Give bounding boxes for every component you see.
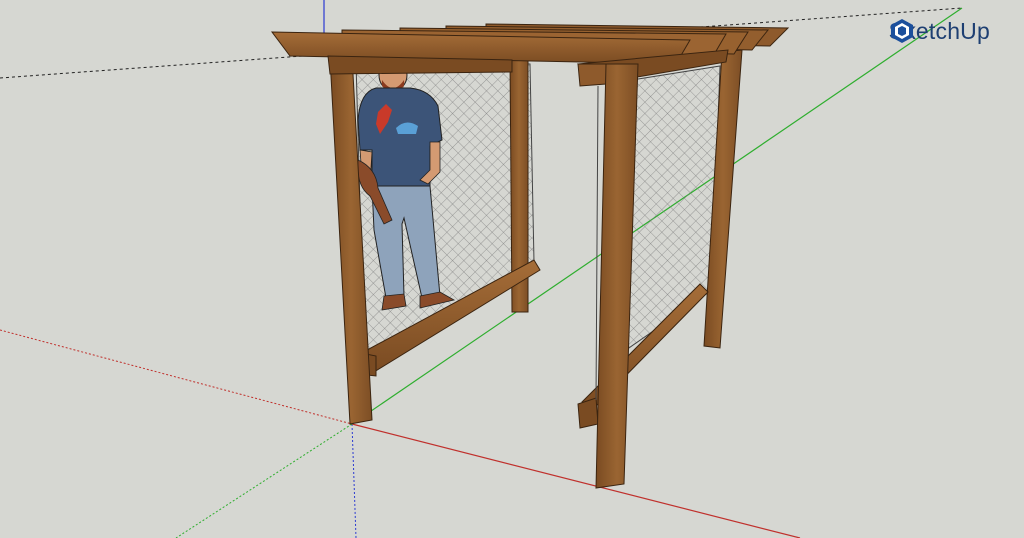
- green-axis-negative: [175, 423, 353, 538]
- scene-svg: [0, 0, 963, 538]
- right-header-end: [577, 63, 607, 87]
- sketchup-logo-icon: [890, 19, 913, 43]
- red-axis-negative: [0, 329, 353, 425]
- modeling-viewport[interactable]: SketchUp: [0, 0, 1024, 538]
- right-rail-end: [577, 397, 599, 429]
- sketchup-brand: SketchUp: [889, 18, 990, 45]
- blue-axis-down: [351, 423, 357, 538]
- right-front-mesh-edge: [595, 85, 599, 401]
- red-axis-positive: [351, 423, 801, 538]
